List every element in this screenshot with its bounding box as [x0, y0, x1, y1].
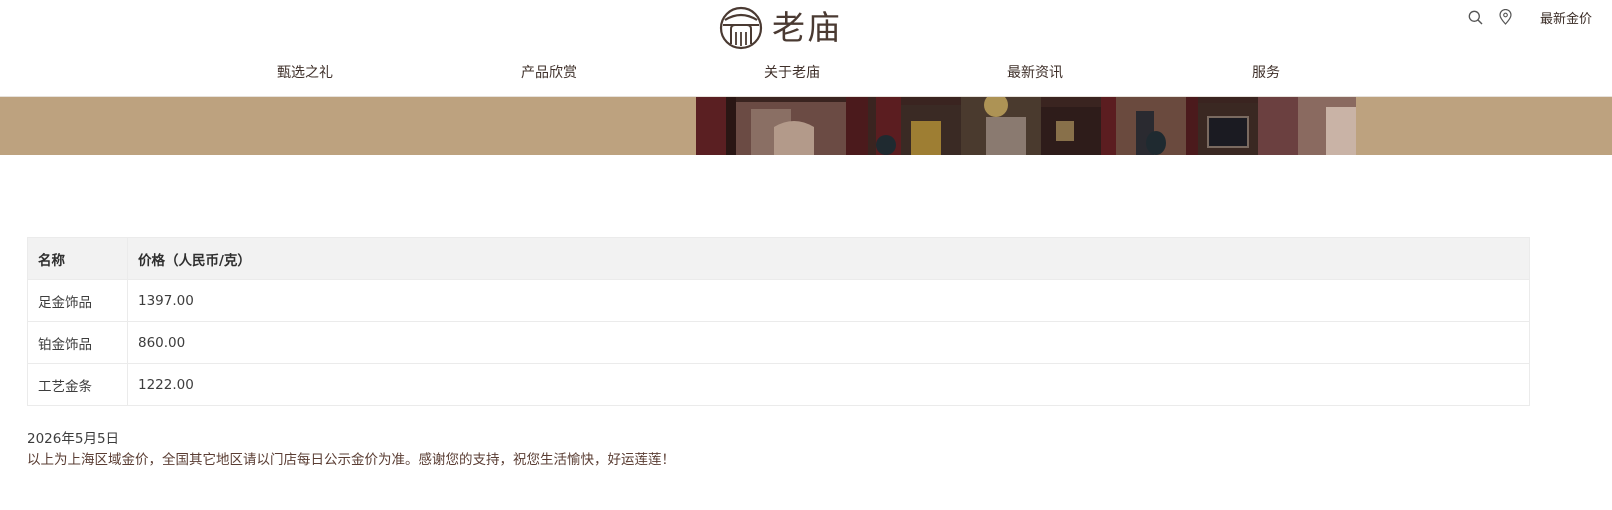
search-icon[interactable] [1468, 9, 1484, 25]
laomiao-logo-icon [718, 6, 764, 50]
header-price: 价格（人民币/克） [127, 237, 1530, 280]
main-nav: 甄选之礼 产品欣赏 关于老庙 最新资讯 服务 [0, 62, 1612, 86]
row-name: 足金饰品 [27, 279, 128, 322]
nav-item-news[interactable]: 最新资讯 [1007, 62, 1063, 82]
price-date: 2026年5月5日 [27, 431, 120, 447]
table-row: 足金饰品 1397.00 [27, 279, 1530, 322]
logo-text: 老庙 [772, 8, 842, 47]
nav-item-products[interactable]: 产品欣赏 [521, 62, 577, 82]
nav-item-gifts[interactable]: 甄选之礼 [277, 62, 333, 82]
price-note: 以上为上海区域金价，全国其它地区请以门店每日公示金价为准。感谢您的支持，祝您生活… [27, 452, 675, 468]
hero-banner [0, 97, 1612, 155]
row-price: 1222.00 [127, 363, 1530, 406]
gold-price-table: 名称 价格（人民币/克） 足金饰品 1397.00 铂金饰品 860.00 工艺… [27, 237, 1530, 406]
store-photo [696, 97, 1356, 155]
header-tools: 最新金价 [1468, 8, 1592, 27]
nav-item-about[interactable]: 关于老庙 [764, 62, 820, 82]
table-row: 工艺金条 1222.00 [27, 363, 1530, 406]
location-pin-icon[interactable] [1498, 9, 1514, 25]
nav-item-service[interactable]: 服务 [1252, 62, 1280, 82]
row-name: 工艺金条 [27, 363, 128, 406]
site-header: 老庙 最新金价 甄选之礼 产品欣赏 关于老庙 最新资讯 服务 [0, 0, 1612, 97]
brand-logo[interactable]: 老庙 [718, 6, 842, 50]
table-row: 铂金饰品 860.00 [27, 321, 1530, 364]
latest-gold-price-link[interactable]: 最新金价 [1540, 8, 1592, 27]
row-price: 860.00 [127, 321, 1530, 364]
header-name: 名称 [27, 237, 128, 280]
table-header-row: 名称 价格（人民币/克） [27, 237, 1530, 280]
row-name: 铂金饰品 [27, 321, 128, 364]
row-price: 1397.00 [127, 279, 1530, 322]
